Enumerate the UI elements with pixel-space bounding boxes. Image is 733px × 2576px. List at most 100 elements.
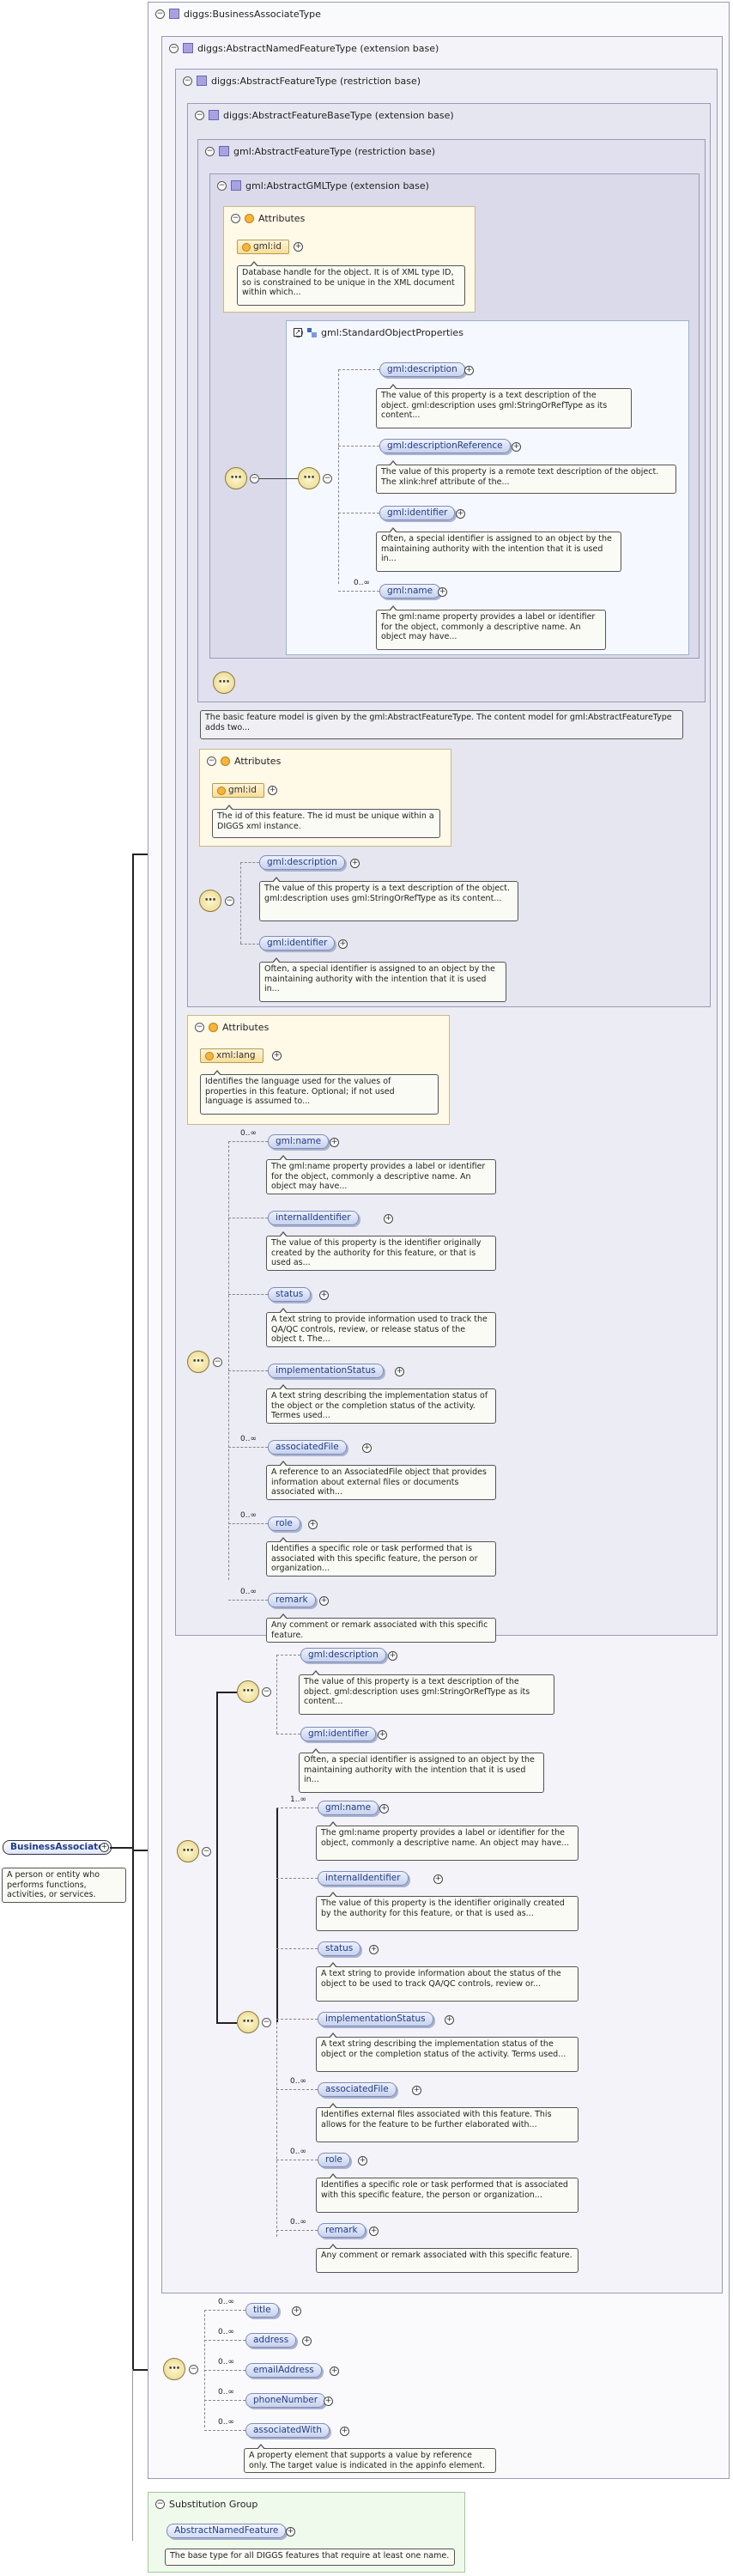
gml-identifier-element[interactable]: gml:identifier: [259, 936, 336, 951]
gml-name-element[interactable]: gml:name: [379, 584, 441, 598]
cardinality-label: 0..∞: [218, 2358, 234, 2366]
expand-icon[interactable]: +: [338, 939, 348, 949]
collapse-icon[interactable]: −: [189, 2365, 198, 2374]
gml-identifier-element[interactable]: gml:identifier: [300, 1727, 377, 1741]
element-label: AbstractNamedFeature: [174, 2525, 279, 2536]
schema-element[interactable]: remark: [318, 2223, 366, 2238]
expand-icon[interactable]: +: [512, 442, 521, 452]
schema-element[interactable]: address: [245, 2333, 297, 2348]
element-description: Identifies external files associated wit…: [316, 2103, 579, 2142]
expand-icon[interactable]: +: [350, 859, 360, 868]
element-label: status: [325, 1943, 354, 1953]
collapse-icon[interactable]: −: [169, 43, 179, 53]
collapse-icon[interactable]: −: [183, 76, 192, 86]
substitution-description: The base type for all DIGGS features tha…: [165, 2549, 455, 2566]
gml-identifier-element[interactable]: gml:identifier: [379, 506, 456, 520]
collapse-icon[interactable]: −: [225, 896, 234, 906]
collapse-icon[interactable]: −: [155, 9, 165, 19]
schema-element[interactable]: gml:name: [268, 1134, 330, 1149]
element-label: implementationStatus: [276, 1365, 376, 1376]
connector: [276, 1807, 278, 2022]
schema-element[interactable]: emailAddress: [245, 2363, 322, 2378]
schema-element[interactable]: phoneNumber: [245, 2393, 326, 2408]
expand-icon[interactable]: +: [358, 2156, 367, 2166]
schema-element[interactable]: associatedFile: [318, 2082, 397, 2097]
expand-icon[interactable]: +: [369, 2227, 379, 2236]
collapse-icon[interactable]: −: [217, 180, 227, 191]
expand-icon[interactable]: +: [456, 509, 465, 519]
expand-icon[interactable]: +: [100, 1843, 109, 1852]
collapse-icon[interactable]: −: [202, 1847, 211, 1856]
expand-icon[interactable]: +: [378, 1730, 387, 1740]
gml-id-attribute[interactable]: gml:id: [212, 783, 264, 798]
expand-icon[interactable]: +: [302, 2336, 312, 2346]
collapse-icon[interactable]: −: [213, 1358, 222, 1367]
schema-element[interactable]: associatedFile: [268, 1440, 347, 1455]
expand-icon[interactable]: +: [445, 2015, 454, 2025]
gml-description-element[interactable]: gml:description: [259, 855, 345, 870]
expand-icon[interactable]: +: [330, 1138, 339, 1147]
collapse-icon[interactable]: −: [262, 1687, 271, 1697]
element-label: implementationStatus: [325, 2014, 426, 2024]
connector: [216, 1692, 237, 1693]
schema-element[interactable]: status: [268, 1287, 312, 1302]
schema-element[interactable]: internalIdentifier: [268, 1211, 359, 1225]
collapse-icon[interactable]: −: [155, 2499, 165, 2509]
expand-icon[interactable]: +: [308, 1520, 318, 1529]
collapse-icon[interactable]: −: [323, 474, 332, 483]
collapse-icon[interactable]: −: [231, 213, 240, 223]
expand-icon[interactable]: +: [324, 2397, 333, 2406]
collapse-icon[interactable]: −: [207, 756, 216, 766]
gml-description-element[interactable]: gml:description: [379, 362, 465, 377]
cardinality-label: 0..∞: [240, 1511, 257, 1520]
attribute-description: Database handle for the object. It is of…: [237, 261, 465, 306]
expand-icon[interactable]: +: [395, 1367, 404, 1376]
collapse-icon[interactable]: −: [195, 1022, 204, 1032]
expand-icon[interactable]: +: [294, 242, 303, 252]
xml-lang-attribute[interactable]: xml:lang: [200, 1048, 264, 1063]
expand-icon[interactable]: +: [272, 1051, 282, 1060]
expand-icon[interactable]: +: [286, 2527, 295, 2537]
schema-element[interactable]: gml:name: [318, 1801, 379, 1815]
schema-element[interactable]: implementationStatus: [268, 1364, 384, 1378]
element-description-text: A property element that supports a value…: [249, 2451, 486, 2470]
expand-icon[interactable]: +: [330, 2366, 339, 2376]
collapse-icon[interactable]: −: [205, 146, 215, 156]
expand-icon[interactable]: +: [340, 2427, 349, 2436]
expand-icon[interactable]: +: [384, 1214, 393, 1224]
gml-description-reference-element[interactable]: gml:descriptionReference: [379, 439, 511, 453]
gml-id-attribute[interactable]: gml:id: [237, 240, 289, 254]
expand-icon[interactable]: +: [268, 786, 277, 795]
schema-element[interactable]: role: [318, 2153, 350, 2167]
connector: [204, 2340, 245, 2341]
collapse-icon[interactable]: −: [262, 2018, 271, 2027]
schema-element[interactable]: role: [268, 1516, 300, 1531]
collapse-icon[interactable]: −: [250, 474, 259, 483]
expand-icon[interactable]: +: [433, 1874, 443, 1884]
collapse-icon[interactable]: −: [195, 110, 204, 120]
business-associate-element[interactable]: BusinessAssociate: [3, 1840, 112, 1855]
expand-icon[interactable]: +: [292, 2306, 301, 2316]
expand-icon[interactable]: +: [319, 1291, 329, 1300]
schema-element[interactable]: remark: [268, 1593, 316, 1607]
element-description: A property element that supports a value…: [244, 2444, 496, 2473]
schema-element[interactable]: status: [318, 1941, 361, 1956]
expand-icon[interactable]: +: [369, 1945, 379, 1954]
expand-icon[interactable]: +: [388, 1651, 397, 1661]
attribute-description-text: Identifies the language used for the val…: [205, 1077, 395, 1106]
gml-description-element[interactable]: gml:description: [300, 1648, 386, 1662]
schema-element[interactable]: associatedWith: [245, 2423, 330, 2438]
schema-element[interactable]: internalIdentifier: [318, 1871, 409, 1886]
expand-icon[interactable]: +: [412, 2086, 421, 2095]
expand-icon[interactable]: +: [379, 1804, 389, 1814]
schema-element[interactable]: title: [245, 2303, 279, 2318]
abstract-named-feature-element[interactable]: AbstractNamedFeature: [167, 2524, 287, 2538]
element-label: phoneNumber: [253, 2395, 318, 2405]
expand-icon[interactable]: +: [362, 1443, 372, 1453]
link-icon[interactable]: ↗: [294, 328, 302, 337]
cardinality-label: 0..∞: [218, 2418, 234, 2427]
expand-icon[interactable]: +: [464, 366, 474, 375]
expand-icon[interactable]: +: [438, 587, 447, 597]
schema-element[interactable]: implementationStatus: [318, 2012, 433, 2026]
expand-icon[interactable]: +: [319, 1596, 329, 1606]
